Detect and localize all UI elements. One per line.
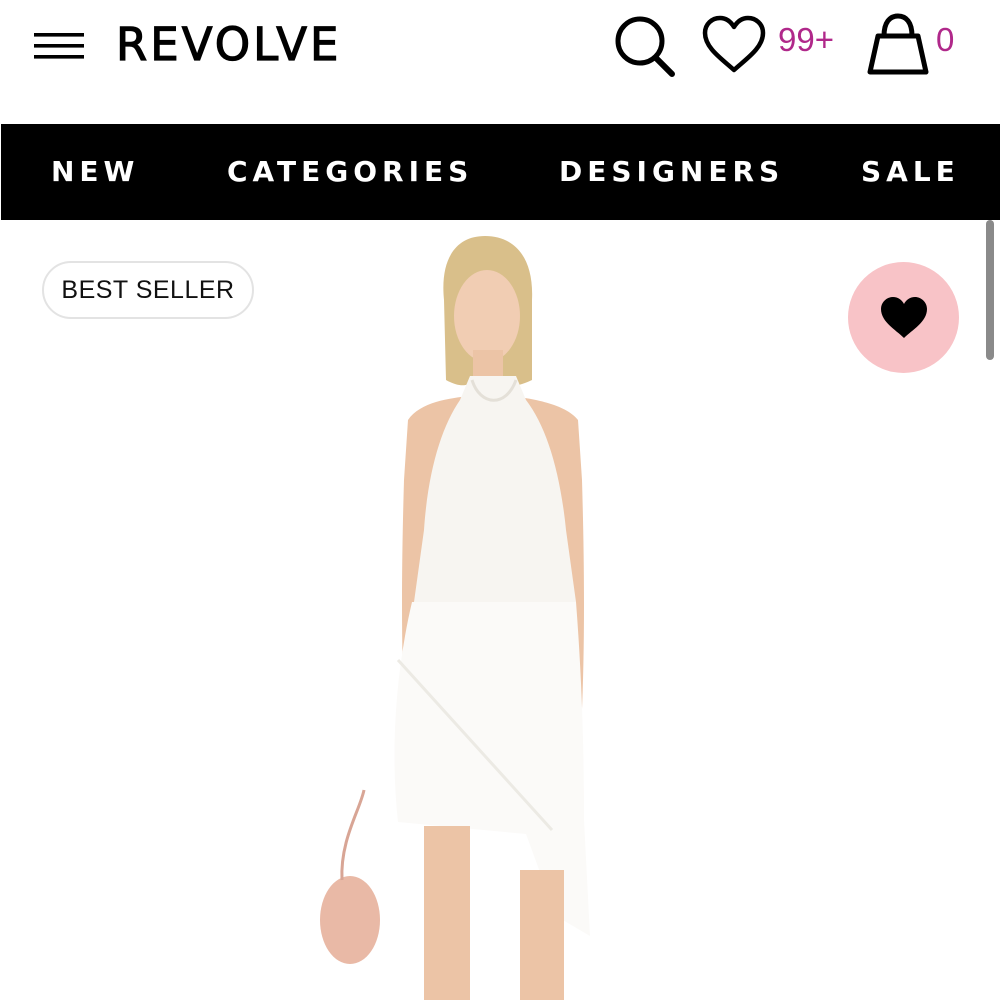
shopping-bag-button[interactable] <box>864 12 932 80</box>
search-icon <box>615 16 675 77</box>
nav-designers[interactable]: DESIGNERS <box>559 124 784 220</box>
product-image[interactable] <box>320 230 650 1000</box>
category-nav-bar: NEW CATEGORIES DESIGNERS SALE <box>1 124 1000 220</box>
wishlist-count: 99+ <box>778 21 834 58</box>
wishlist-button[interactable] <box>700 14 768 76</box>
product-card: BEST SELLER <box>0 220 1000 1000</box>
bag-count: 0 <box>936 21 955 58</box>
heart-filled-icon <box>881 297 927 338</box>
nav-sale[interactable]: SALE <box>861 124 960 220</box>
page: REVOLVE 99+ 0 NEW CATEGORIES DESIGNERS S… <box>0 0 1000 1000</box>
hamburger-menu-icon <box>34 33 84 59</box>
shopping-bag-icon <box>867 13 929 75</box>
top-header: REVOLVE 99+ 0 <box>0 0 1000 124</box>
nav-new[interactable]: NEW <box>51 124 139 220</box>
page-scrollbar[interactable] <box>986 220 994 360</box>
heart-outline-icon <box>702 15 766 73</box>
nav-categories[interactable]: CATEGORIES <box>227 124 473 220</box>
menu-button[interactable] <box>30 26 90 66</box>
revolve-logo[interactable]: REVOLVE <box>115 17 341 72</box>
search-button[interactable] <box>610 12 680 82</box>
favorite-button[interactable] <box>848 262 959 373</box>
best-seller-badge: BEST SELLER <box>42 261 254 319</box>
